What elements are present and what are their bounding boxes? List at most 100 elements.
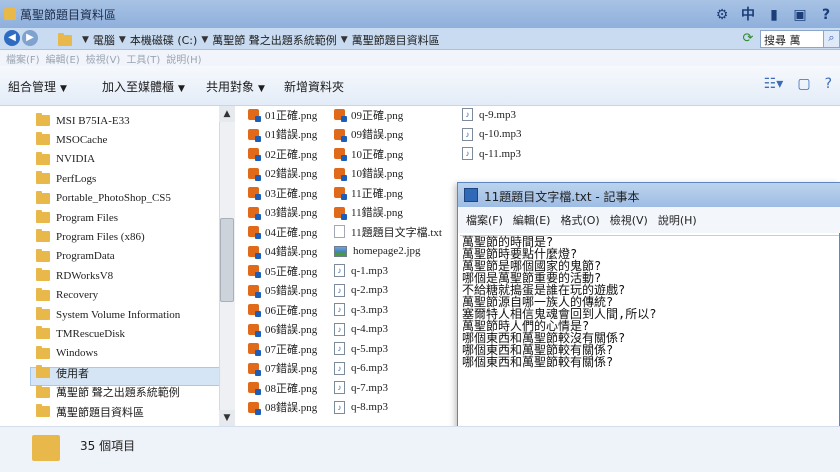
notepad-menu-edit[interactable]: 編輯(E)	[513, 212, 551, 228]
file-item[interactable]: 02錯誤.png	[248, 164, 317, 183]
menu-tools[interactable]: 工具(T)	[124, 50, 162, 66]
png-file-icon	[248, 148, 261, 161]
file-item[interactable]: 11錯誤.png	[334, 203, 403, 222]
nav-item[interactable]: Recovery	[36, 286, 98, 305]
scrollbar-thumb[interactable]	[220, 218, 234, 302]
keyboard-icon[interactable]: ▮	[764, 5, 784, 25]
view-options-icon[interactable]: ☷▾	[764, 76, 784, 92]
folder-icon	[36, 384, 50, 398]
file-item[interactable]: 09正確.png	[334, 105, 403, 124]
organize-button[interactable]: 組合管理 ▼	[8, 78, 67, 95]
menu-help[interactable]: 說明(H)	[164, 50, 203, 66]
nav-item[interactable]: MSI B75IA-E33	[36, 111, 130, 130]
search-input[interactable]: 搜尋 萬聖...	[760, 30, 824, 63]
file-item[interactable]: 04正確.png	[248, 222, 317, 241]
file-item[interactable]: 07錯誤.png	[248, 359, 317, 378]
nav-item[interactable]: Program Files (x86)	[36, 227, 145, 246]
file-item[interactable]: 09錯誤.png	[334, 125, 403, 144]
file-item[interactable]: 06錯誤.png	[248, 320, 317, 339]
add-to-library-button[interactable]: 加入至媒體櫃 ▼	[102, 78, 185, 95]
file-item[interactable]: ♪ q-10.mp3	[462, 125, 521, 144]
file-item[interactable]: 10正確.png	[334, 144, 403, 163]
file-item[interactable]: 01錯誤.png	[248, 125, 317, 144]
png-file-icon	[248, 304, 261, 317]
notepad-menu-help[interactable]: 說明(H)	[658, 212, 697, 228]
nav-item[interactable]: MSOCache	[36, 130, 107, 149]
nav-item[interactable]: Portable_PhotoShop_CS5	[36, 189, 171, 208]
breadcrumb-item[interactable]: 萬聖節 聲之出題系統範例	[212, 32, 337, 48]
language-bar-icon[interactable]: ⚙	[712, 5, 732, 25]
nav-item[interactable]: 萬聖節 聲之出題系統範例	[36, 383, 180, 402]
file-item[interactable]: 05正確.png	[248, 261, 317, 280]
share-button[interactable]: 共用對象 ▼	[206, 78, 265, 95]
folder-icon	[36, 113, 50, 126]
help-icon[interactable]: ?	[825, 76, 832, 92]
file-item[interactable]: 11題題目文字檔.txt	[334, 222, 442, 241]
search-icon[interactable]: ⌕	[823, 30, 840, 48]
refresh-icon[interactable]: ⟳	[740, 31, 756, 47]
file-name: q-3.mp3	[351, 303, 388, 316]
nav-item[interactable]: 使用者	[36, 363, 89, 382]
window-icon[interactable]: ▣	[790, 5, 810, 25]
file-item[interactable]: ♪ q-2.mp3	[334, 281, 388, 300]
file-name: 08錯誤.png	[265, 402, 318, 414]
file-item[interactable]: ♪ q-11.mp3	[462, 144, 521, 163]
file-item[interactable]: ♪ q-5.mp3	[334, 339, 388, 358]
file-item[interactable]: ♪ q-7.mp3	[334, 378, 388, 397]
forward-button[interactable]: ▶	[22, 30, 38, 46]
file-item[interactable]: 08正確.png	[248, 378, 317, 397]
file-item[interactable]: 06正確.png	[248, 300, 317, 319]
nav-item[interactable]: ProgramData	[36, 247, 115, 266]
nav-item[interactable]: System Volume Information	[36, 305, 180, 324]
file-item[interactable]: 03正確.png	[248, 183, 317, 202]
file-item[interactable]: ♪ q-3.mp3	[334, 300, 388, 319]
menu-file[interactable]: 檔案(F)	[4, 50, 42, 66]
scroll-down-icon[interactable]: ▼	[219, 410, 235, 426]
file-item[interactable]: 02正確.png	[248, 144, 317, 163]
file-name: 01錯誤.png	[265, 129, 318, 141]
notepad-menu-format[interactable]: 格式(O)	[560, 212, 599, 228]
breadcrumb-item[interactable]: 電腦	[93, 32, 115, 48]
preview-pane-icon[interactable]: ▢	[797, 76, 810, 92]
file-item[interactable]: 07正確.png	[248, 339, 317, 358]
file-name: 05正確.png	[265, 265, 318, 278]
notepad-menu-view[interactable]: 檢視(V)	[610, 212, 648, 228]
png-file-icon	[248, 167, 261, 181]
breadcrumb-item[interactable]: 萬聖節題目資料區	[352, 32, 440, 48]
file-item[interactable]: 01正確.png	[248, 105, 317, 124]
breadcrumb-item[interactable]: 本機磁碟 (C:)	[130, 32, 197, 48]
png-file-icon	[248, 109, 261, 122]
file-name: 10錯誤.png	[351, 168, 404, 180]
file-item[interactable]: 05錯誤.png	[248, 281, 317, 300]
nav-item[interactable]: 萬聖節題目資料區	[36, 402, 144, 421]
file-item[interactable]: ♪ q-4.mp3	[334, 320, 388, 339]
input-mode-icon[interactable]: 中	[738, 5, 758, 25]
file-item[interactable]: ♪ q-1.mp3	[334, 261, 388, 280]
nav-item[interactable]: PerfLogs	[36, 169, 96, 188]
notepad-text-area[interactable]: 萬聖節的時間是? 萬聖節時要點什麼燈? 萬聖節是哪個國家的鬼節? 哪個是萬聖節重…	[460, 235, 839, 425]
notepad-menu-file[interactable]: 檔案(F)	[466, 212, 503, 228]
nav-item[interactable]: Program Files	[36, 208, 118, 227]
notepad-title-bar[interactable]: 11題題目文字檔.txt - 記事本	[458, 183, 840, 207]
file-item[interactable]: ♪ q-6.mp3	[334, 359, 388, 378]
scroll-up-icon[interactable]: ▲	[219, 106, 235, 122]
file-item[interactable]: homepage2.jpg	[334, 242, 421, 261]
file-item[interactable]: 04錯誤.png	[248, 242, 317, 261]
file-item[interactable]: 10錯誤.png	[334, 164, 403, 183]
file-item[interactable]: 08錯誤.png	[248, 398, 317, 417]
menu-edit[interactable]: 編輯(E)	[44, 50, 82, 66]
nav-item[interactable]: Windows	[36, 344, 98, 363]
file-item[interactable]: ♪ q-8.mp3	[334, 398, 388, 417]
file-item[interactable]: 11正確.png	[334, 183, 403, 202]
file-item[interactable]: 03錯誤.png	[248, 203, 317, 222]
new-folder-button[interactable]: 新增資料夾	[284, 78, 344, 95]
menu-view[interactable]: 檢視(V)	[84, 50, 123, 66]
back-button[interactable]: ◀	[4, 30, 20, 46]
nav-item[interactable]: RDWorksV8	[36, 266, 113, 285]
nav-item[interactable]: TMRescueDisk	[36, 324, 125, 343]
help-icon[interactable]: ?	[816, 5, 836, 25]
nav-item[interactable]: NVIDIA	[36, 150, 95, 169]
nav-item-label: TMRescueDisk	[56, 327, 126, 340]
file-item[interactable]: ♪ q-9.mp3	[462, 105, 516, 124]
nav-item-label: 萬聖節 聲之出題系統範例	[56, 387, 180, 400]
